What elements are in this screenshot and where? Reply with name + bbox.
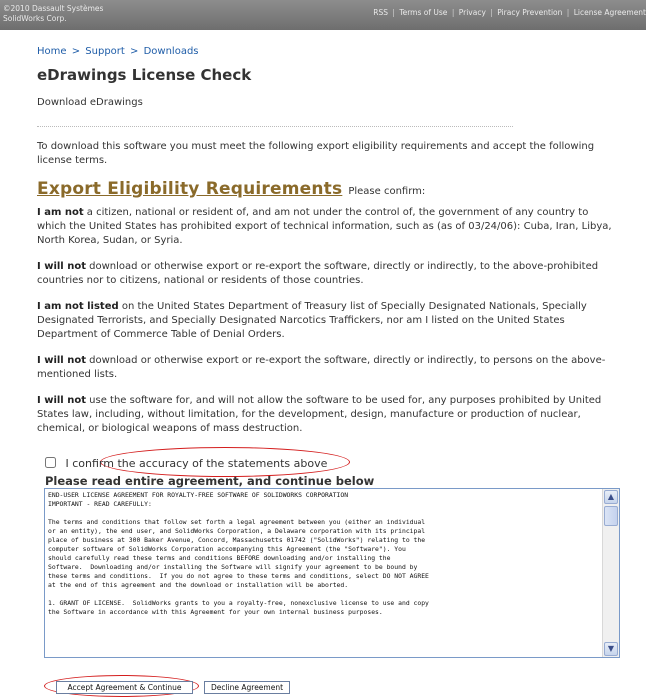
footer-links: RSS | Terms of Use | Privacy | Piracy Pr… (373, 8, 646, 17)
agreement-heading: Please read entire agreement, and contin… (45, 474, 375, 488)
license-textarea[interactable]: END-USER LICENSE AGREEMENT FOR ROYALTY-F… (44, 488, 620, 658)
statement-lead: I am not listed (37, 301, 119, 312)
decline-agreement-button[interactable]: Decline Agreement (204, 681, 290, 694)
scroll-down-icon[interactable]: ▼ (604, 642, 618, 656)
please-confirm-text: Please confirm: (348, 186, 426, 197)
statement-body: download or otherwise export or re-expor… (37, 261, 599, 286)
statement-lead: I will not (37, 261, 86, 272)
statement-lead: I will not (37, 395, 86, 406)
breadcrumb: Home > Support > Downloads (37, 46, 199, 57)
rss-link[interactable]: RSS (373, 8, 388, 17)
top-bar: ©2010 Dassault Systèmes SolidWorks Corp.… (0, 0, 646, 30)
breadcrumb-support[interactable]: Support (85, 46, 125, 57)
eligibility-heading-row: Export Eligibility Requirements Please co… (37, 176, 617, 202)
breadcrumb-downloads[interactable]: Downloads (144, 46, 199, 57)
copyright-line-1: ©2010 Dassault Systèmes (3, 4, 104, 13)
statement-no-export-countries: I will not download or otherwise export … (37, 260, 617, 288)
breadcrumb-separator: > (130, 46, 139, 57)
breadcrumb-home[interactable]: Home (37, 46, 67, 57)
link-separator: | (490, 8, 493, 17)
statement-not-citizen: I am not a citizen, national or resident… (37, 206, 617, 248)
statement-lead: I will not (37, 355, 86, 366)
piracy-prevention-link[interactable]: Piracy Prevention (497, 8, 562, 17)
copyright: ©2010 Dassault Systèmes SolidWorks Corp. (3, 4, 103, 24)
eligibility-section: To download this software you must meet … (37, 140, 617, 448)
statement-body: download or otherwise export or re-expor… (37, 355, 606, 380)
accept-agreement-button[interactable]: Accept Agreement & Continue (56, 681, 193, 694)
license-text[interactable]: END-USER LICENSE AGREEMENT FOR ROYALTY-F… (45, 489, 603, 657)
privacy-link[interactable]: Privacy (459, 8, 486, 17)
scroll-thumb[interactable] (604, 506, 618, 526)
confirm-row[interactable]: I confirm the accuracy of the statements… (45, 455, 327, 473)
link-separator: | (566, 8, 570, 17)
terms-of-use-link[interactable]: Terms of Use (399, 8, 447, 17)
statement-no-export-persons: I will not download or otherwise export … (37, 354, 617, 382)
page-title: eDrawings License Check (37, 66, 252, 84)
statement-body: use the software for, and will not allow… (37, 395, 602, 434)
page-subtitle: Download eDrawings (37, 97, 143, 108)
statement-body: on the United States Department of Treas… (37, 301, 587, 340)
scroll-up-icon[interactable]: ▲ (604, 490, 618, 504)
statement-body: a citizen, national or resident of, and … (37, 207, 612, 246)
link-separator: | (451, 8, 455, 17)
eligibility-heading: Export Eligibility Requirements (37, 179, 343, 199)
license-agreement-link[interactable]: License Agreement (574, 8, 646, 17)
statement-not-listed: I am not listed on the United States Dep… (37, 300, 617, 342)
dotted-divider (37, 126, 513, 127)
breadcrumb-separator: > (71, 46, 81, 57)
statement-lead: I am not (37, 207, 84, 218)
license-scrollbar[interactable]: ▲ ▼ (602, 489, 619, 657)
confirm-label: I confirm the accuracy of the statements… (65, 457, 328, 470)
intro-text: To download this software you must meet … (37, 141, 595, 166)
copyright-line-2: SolidWorks Corp. (3, 14, 67, 23)
link-separator: | (392, 8, 395, 17)
statement-no-prohibited-use: I will not use the software for, and wil… (37, 394, 617, 436)
confirm-checkbox[interactable] (45, 457, 56, 468)
